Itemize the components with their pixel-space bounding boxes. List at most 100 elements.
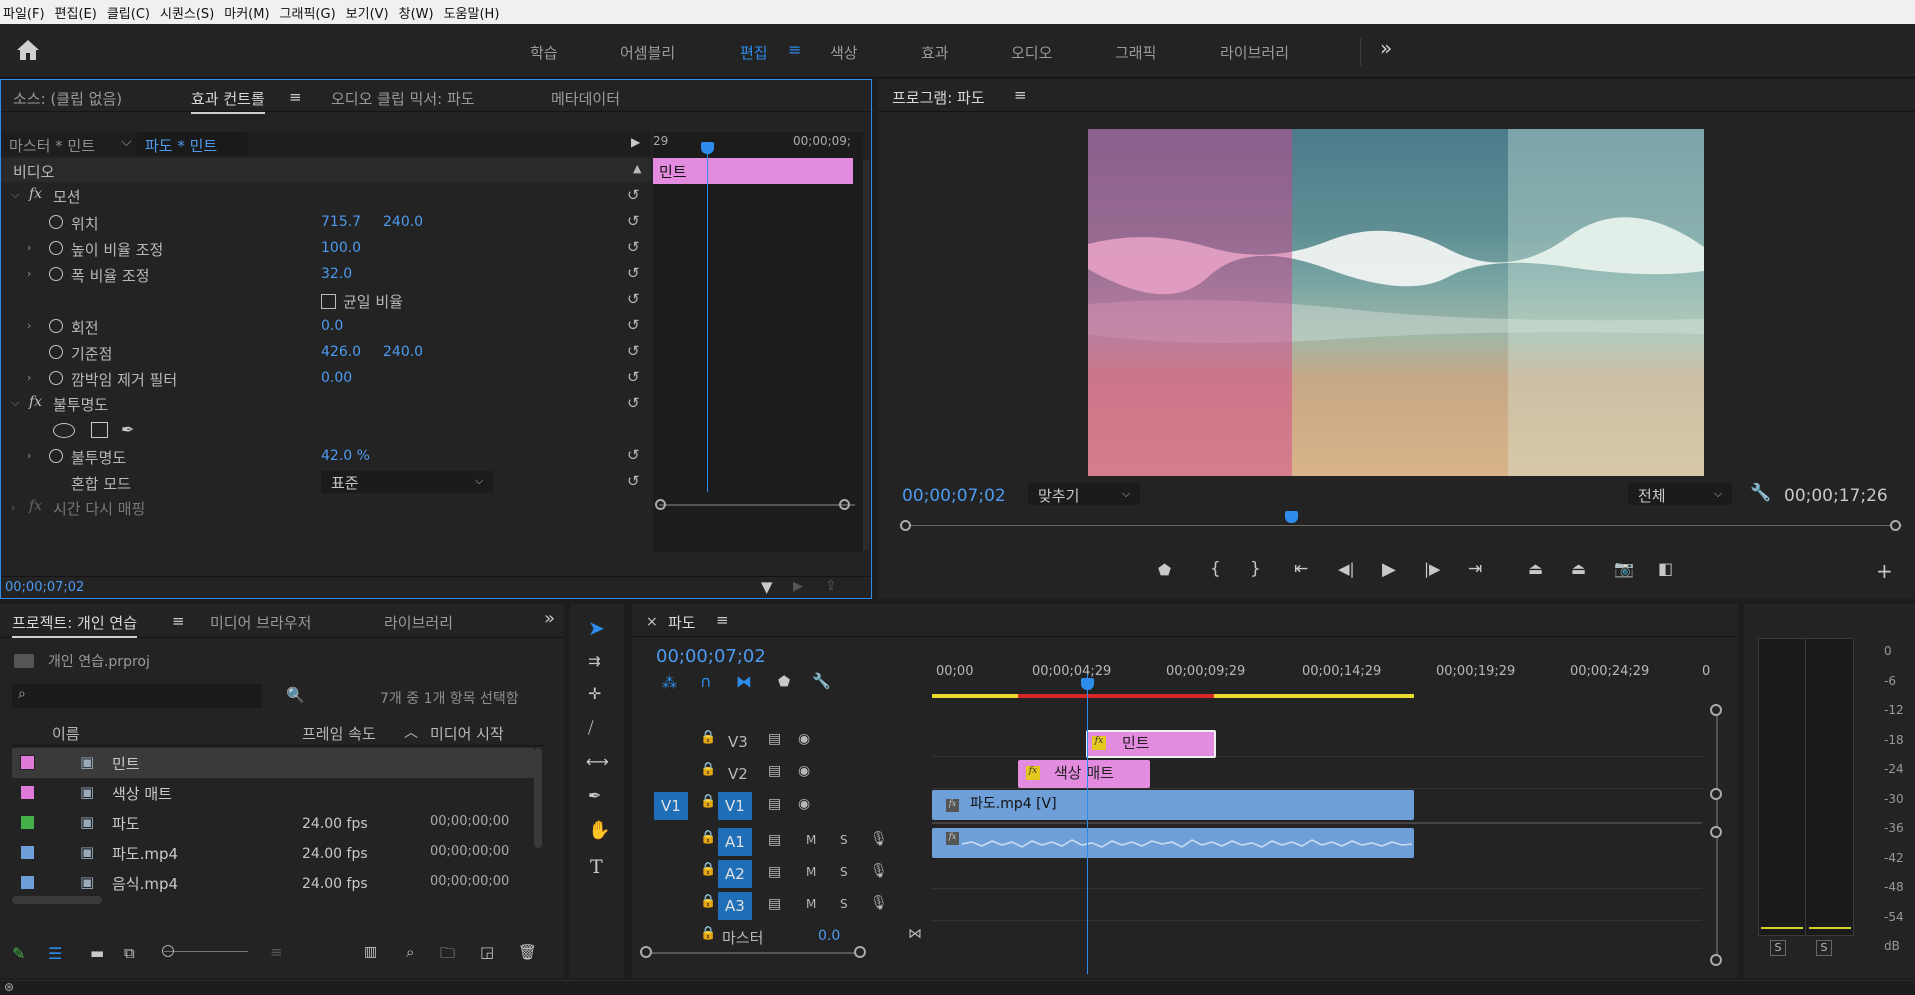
- eye-icon[interactable]: ◉: [798, 763, 810, 779]
- tab-effect-controls[interactable]: 효과 컨트롤: [191, 88, 265, 114]
- list-item[interactable]: ▣ 파도.mp4 24.00 fps 00;00;00;00: [12, 838, 534, 868]
- menu-view[interactable]: 보기(V): [343, 3, 396, 22]
- resolution-select[interactable]: 전체 ⌵: [1628, 483, 1732, 505]
- vscroll-video-handle[interactable]: [1710, 788, 1722, 800]
- mute-button[interactable]: M: [806, 865, 816, 879]
- list-item[interactable]: ▣ 음식.mp4 24.00 fps 00;00;00;00: [12, 868, 534, 898]
- menu-file[interactable]: 파일(F): [0, 3, 52, 22]
- add-marker-icon[interactable]: ⬟: [778, 674, 790, 690]
- find-bin-icon[interactable]: 🔍: [286, 686, 305, 704]
- vscroll-audio-handle[interactable]: [1710, 826, 1722, 838]
- export-frame-camera-icon[interactable]: 📷: [1614, 559, 1634, 578]
- panel-menu-icon[interactable]: ≡: [289, 88, 302, 106]
- menu-sequence[interactable]: 시퀀스(S): [157, 3, 221, 22]
- sync-lock-icon[interactable]: ▤: [768, 864, 781, 880]
- track-select-tool-icon[interactable]: ⇉: [588, 652, 601, 670]
- comparison-view-icon[interactable]: ◧: [1658, 559, 1673, 578]
- stopwatch-icon[interactable]: [49, 241, 63, 255]
- effect-vertical-scrollbar[interactable]: [863, 160, 869, 550]
- label-color-swatch[interactable]: [20, 815, 35, 830]
- play-audio-icon[interactable]: ▶: [793, 579, 803, 594]
- reset-icon[interactable]: ↺: [627, 472, 640, 490]
- mark-in-icon[interactable]: {: [1210, 559, 1221, 579]
- effect-timecode[interactable]: 00;00;07;02: [5, 580, 84, 595]
- blend-mode-select[interactable]: 표준 ⌵: [321, 471, 493, 493]
- program-playhead[interactable]: [1284, 511, 1298, 523]
- new-bin-icon[interactable]: 🗀: [440, 943, 455, 968]
- nest-icon[interactable]: ⁂: [662, 674, 677, 692]
- master-volume-value[interactable]: 0.0: [818, 928, 840, 944]
- workspace-menu-icon[interactable]: ≡: [788, 40, 801, 59]
- reset-icon[interactable]: ↺: [627, 290, 640, 308]
- linked-selection-icon[interactable]: ⧓: [736, 672, 752, 691]
- solo-left-button[interactable]: S: [1770, 940, 1786, 956]
- sequence-tab[interactable]: 파도: [668, 612, 696, 633]
- time-remap-row[interactable]: › fx 시간 다시 매핑: [1, 496, 651, 522]
- timeline-settings-wrench-icon[interactable]: 🔧: [812, 672, 831, 690]
- creative-cloud-icon[interactable]: ⊛: [4, 980, 14, 994]
- wave-video-clip[interactable]: fx 파도.mp4 [V]: [932, 790, 1414, 820]
- hscroll-left-handle[interactable]: [640, 946, 652, 958]
- mint-clip[interactable]: fx 민트: [1086, 730, 1216, 758]
- column-frame-rate[interactable]: 프레임 속도: [302, 723, 376, 744]
- pen-mask-icon[interactable]: ✒: [121, 420, 134, 439]
- label-color-swatch[interactable]: [20, 845, 35, 860]
- rectangle-mask-icon[interactable]: [91, 422, 108, 438]
- fx-icon[interactable]: fx: [29, 394, 42, 410]
- rotation-value[interactable]: 0.0: [321, 318, 343, 334]
- menu-help[interactable]: 도움말(H): [441, 3, 507, 22]
- razor-tool-icon[interactable]: ⧸: [588, 718, 593, 738]
- width-scale-value[interactable]: 32.0: [321, 266, 352, 282]
- freeform-view-icon[interactable]: ⧉: [124, 944, 135, 962]
- more-workspaces-icon[interactable]: »: [1380, 36, 1392, 60]
- flicker-value[interactable]: 0.00: [321, 370, 352, 386]
- panel-menu-icon[interactable]: ≡: [172, 612, 185, 630]
- workspace-editing[interactable]: 편집: [740, 42, 768, 63]
- panel-menu-icon[interactable]: ≡: [1014, 86, 1027, 104]
- tab-audio-clip-mixer[interactable]: 오디오 클립 믹서: 파도: [331, 88, 475, 109]
- find-icon[interactable]: ⌕: [406, 943, 414, 961]
- type-tool-icon[interactable]: T: [590, 856, 603, 878]
- hscroll-right-handle[interactable]: [854, 946, 866, 958]
- master-clip-label[interactable]: 마스터 * 민트: [9, 135, 95, 156]
- selection-tool-icon[interactable]: ➤: [588, 616, 605, 640]
- stopwatch-icon[interactable]: [49, 215, 63, 229]
- tab-metadata[interactable]: 메타데이터: [551, 88, 620, 109]
- mute-button[interactable]: M: [806, 897, 816, 911]
- step-forward-icon[interactable]: |▶: [1424, 560, 1441, 578]
- zoom-handle-left[interactable]: [655, 499, 666, 510]
- workspace-effects[interactable]: 효과: [921, 42, 949, 63]
- tab-libraries[interactable]: 라이브러리: [384, 612, 453, 633]
- sync-lock-icon[interactable]: ▤: [768, 731, 781, 747]
- tab-project[interactable]: 프로젝트: 개인 연습: [12, 612, 137, 638]
- track-a1-target[interactable]: A1: [718, 828, 752, 856]
- extract-icon[interactable]: ⏏: [1571, 559, 1586, 578]
- lock-icon[interactable]: 🔒: [700, 830, 716, 845]
- effect-zoom-scroll[interactable]: [659, 504, 855, 506]
- list-item[interactable]: ▣ 색상 매트: [12, 778, 534, 808]
- position-x-value[interactable]: 715.7: [321, 214, 361, 230]
- sort-icon[interactable]: ≡: [270, 943, 283, 961]
- add-marker-icon[interactable]: ⬟: [1158, 561, 1171, 579]
- close-icon[interactable]: ×: [646, 614, 658, 630]
- play-icon[interactable]: ▶: [1382, 559, 1396, 580]
- microphone-icon[interactable]: 🎙: [870, 895, 888, 911]
- lock-icon[interactable]: 🔒: [700, 894, 716, 909]
- clear-trash-icon[interactable]: 🗑: [518, 943, 537, 961]
- column-media-start[interactable]: 미디어 시작: [430, 723, 504, 744]
- anchor-y-value[interactable]: 240.0: [383, 344, 423, 360]
- effect-clip-bar[interactable]: 민트: [653, 158, 853, 184]
- home-icon[interactable]: [16, 39, 40, 61]
- ellipse-mask-icon[interactable]: [53, 423, 75, 438]
- solo-button[interactable]: S: [840, 865, 848, 879]
- zoom-slider[interactable]: [164, 951, 248, 952]
- position-y-value[interactable]: 240.0: [383, 214, 423, 230]
- stopwatch-icon[interactable]: [49, 371, 63, 385]
- chevron-right-icon[interactable]: ›: [11, 501, 15, 514]
- solo-button[interactable]: S: [840, 897, 848, 911]
- list-view-icon[interactable]: ☰: [48, 944, 62, 963]
- vscroll-top-handle[interactable]: [1710, 704, 1722, 716]
- chevron-down-icon[interactable]: ⌵: [11, 396, 19, 410]
- menu-marker[interactable]: 마커(M): [221, 3, 276, 22]
- go-to-in-icon[interactable]: ⇤: [1294, 559, 1308, 579]
